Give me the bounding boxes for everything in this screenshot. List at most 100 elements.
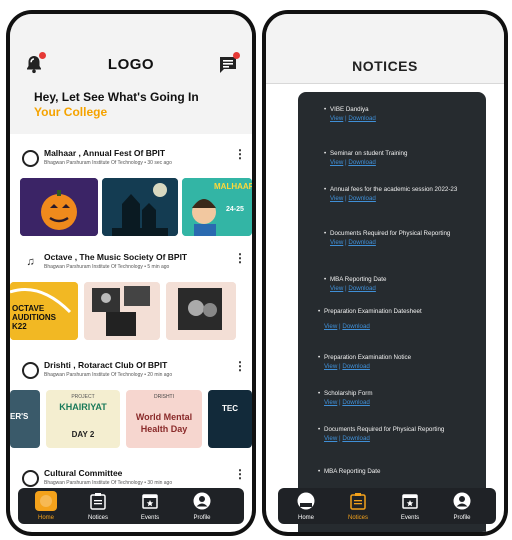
clipboard-icon [89, 492, 107, 510]
thumb-text: KHAIRIYAT [59, 402, 107, 412]
home-icon [297, 492, 315, 510]
thumb-text: AUDITIONS [12, 313, 56, 322]
thumb-text: PROJECT [71, 394, 95, 400]
clipboard-icon [349, 492, 367, 510]
post-image[interactable]: TEC [208, 390, 252, 448]
bottom-nav: Home Notices Events Profile [18, 488, 244, 524]
view-link[interactable]: View [330, 239, 343, 246]
post-image[interactable] [166, 282, 236, 340]
post-author: Octave , The Music Society Of BPIT [44, 252, 188, 262]
post-image[interactable] [84, 282, 160, 340]
feed: Malhaar , Annual Fest Of BPIT Bhagwan Pa… [10, 136, 252, 532]
download-link[interactable]: Download [348, 195, 376, 202]
nav-label: Profile [193, 515, 211, 521]
view-link[interactable]: View [324, 435, 337, 442]
avatar [22, 470, 39, 487]
nav-profile[interactable]: Profile [178, 490, 226, 522]
notice-title: Annual fees for the academic session 202… [330, 186, 458, 193]
download-link[interactable]: Download [348, 285, 376, 292]
thumb-text: DRISHTI [154, 394, 174, 400]
post-header[interactable]: Drishti , Rotaract Club Of BPIT Bhagwan … [20, 360, 246, 384]
more-options-icon[interactable]: ⋮ [234, 252, 246, 264]
music-note-icon: ♫ [22, 254, 39, 271]
post-image[interactable] [102, 178, 178, 236]
thumb-text: OCTAVE [12, 304, 45, 313]
notice-item: • Preparation Examination Datesheet View … [318, 308, 422, 330]
profile-icon [193, 492, 211, 510]
post-image[interactable]: MALHAAR 24-25 [182, 178, 252, 236]
notice-item: • Preparation Examination Notice View | D… [318, 354, 412, 370]
app-logo: LOGO [107, 56, 155, 73]
greeting-text: Hey, Let See What's Going In [34, 90, 199, 104]
view-link[interactable]: View [330, 285, 343, 292]
more-options-icon[interactable]: ⋮ [234, 468, 246, 480]
nav-home[interactable]: Home [22, 490, 70, 522]
post-meta: Bhagwan Parshuram Institute Of Technolog… [44, 264, 170, 270]
post-header[interactable]: Malhaar , Annual Fest Of BPIT Bhagwan Pa… [20, 148, 246, 172]
view-link[interactable]: View [324, 399, 337, 406]
message-badge [233, 52, 240, 59]
post-images[interactable]: OCTAVE AUDITIONS K22 [10, 282, 252, 340]
view-link[interactable]: View [330, 115, 343, 122]
post-image[interactable]: DRISHTI World Mental Health Day [126, 390, 202, 448]
avatar [22, 150, 39, 167]
nav-notices[interactable]: Notices [334, 490, 382, 522]
nav-label: Profile [453, 515, 471, 521]
phone-home: LOGO Hey, Let See What's Going In Your C… [6, 10, 256, 536]
more-options-icon[interactable]: ⋮ [234, 148, 246, 160]
post-meta: Bhagwan Parshuram Institute Of Technolog… [44, 372, 173, 378]
post-image[interactable]: ER'S [10, 390, 40, 448]
notice-item: • VIBE Dandiya View | Download [324, 106, 376, 122]
download-link[interactable]: Download [342, 399, 370, 406]
home-screen: LOGO Hey, Let See What's Going In Your C… [10, 14, 252, 532]
post-image[interactable]: OCTAVE AUDITIONS K22 [10, 282, 78, 340]
notices-list: • VIBE Dandiya View | Download • Seminar o… [298, 92, 486, 532]
nav-label: Events [140, 515, 160, 521]
download-link[interactable]: Download [342, 363, 370, 370]
nav-label: Home [297, 515, 314, 521]
nav-events[interactable]: Events [386, 490, 434, 522]
view-link[interactable]: View [324, 363, 337, 370]
post-image[interactable]: PROJECT KHAIRIYAT DAY 2 [46, 390, 120, 448]
view-link[interactable]: View [330, 195, 343, 202]
post-meta: Bhagwan Parshuram Institute Of Technolog… [44, 480, 173, 486]
view-link[interactable]: View [330, 159, 343, 166]
greeting-highlight: Your College [34, 105, 108, 119]
view-link[interactable]: View [324, 323, 337, 330]
avatar [22, 362, 39, 379]
nav-home[interactable]: Home [282, 490, 330, 522]
notice-item: • Scholarship Form View | Download [318, 390, 373, 406]
notice-title: Documents Required for Physical Reportin… [330, 230, 451, 237]
notice-title: VIBE Dandiya [330, 106, 369, 113]
nav-events[interactable]: Events [126, 490, 174, 522]
nav-profile[interactable]: Profile [438, 490, 486, 522]
notice-item: • Documents Required for Physical Reporti… [318, 426, 445, 442]
thumb-text: ER'S [10, 412, 29, 421]
post-author: Drishti , Rotaract Club Of BPIT [44, 360, 168, 370]
notice-title: Preparation Examination Datesheet [324, 308, 422, 315]
message-icon[interactable] [218, 52, 240, 75]
more-options-icon[interactable]: ⋮ [234, 360, 246, 372]
download-link[interactable]: Download [348, 115, 376, 122]
notice-title: MBA Reporting Date [324, 468, 381, 475]
phone-notices: NOTICES • VIBE Dandiya View | Download • S… [262, 10, 508, 536]
nav-notices[interactable]: Notices [74, 490, 122, 522]
notice-item: • MBA Reporting Date [318, 468, 381, 475]
post-header[interactable]: ♫ Octave , The Music Society Of BPIT Bha… [20, 252, 246, 276]
download-link[interactable]: Download [348, 159, 376, 166]
download-link[interactable]: Download [342, 323, 370, 330]
thumb-text: World Mental [135, 412, 193, 422]
bottom-nav: Home Notices Events Profile [278, 488, 496, 524]
post-images[interactable]: ER'S PROJECT KHAIRIYAT DAY 2 DRISHTI Wor… [10, 390, 252, 448]
calendar-icon [401, 492, 419, 510]
thumb-text: 24-25 [226, 206, 244, 213]
notice-title: Scholarship Form [324, 390, 373, 397]
post-author: Cultural Committee [44, 468, 123, 478]
post-image[interactable] [20, 178, 98, 236]
download-link[interactable]: Download [348, 239, 376, 246]
nav-label: Notices [347, 515, 368, 521]
notices-header: NOTICES [266, 14, 504, 84]
post-images[interactable]: MALHAAR 24-25 [10, 178, 252, 236]
download-link[interactable]: Download [342, 435, 370, 442]
notice-item: • Documents Required for Physical Reporti… [324, 230, 451, 246]
